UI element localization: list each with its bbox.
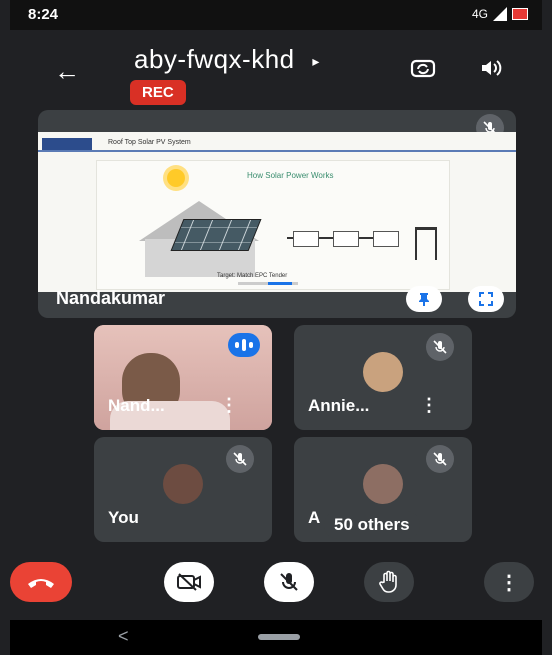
diagram-title: How Solar Power Works [247, 171, 334, 180]
participant-tile[interactable]: A 50 others [294, 437, 472, 542]
fullscreen-button[interactable] [468, 286, 504, 312]
presenter-name: Nandakumar [56, 288, 166, 308]
status-bar: 8:24 4G [10, 0, 542, 30]
nav-home-pill[interactable] [258, 634, 300, 640]
raise-hand-button[interactable] [364, 562, 414, 602]
network-label: 4G [471, 7, 488, 21]
hand-icon [379, 570, 397, 593]
shared-slide: Roof Top Solar PV System How Solar Power… [38, 132, 516, 292]
status-icons: 4G [472, 7, 528, 21]
meeting-code: aby-fwqx-khd [134, 44, 295, 74]
signal-icon [493, 7, 507, 21]
mic-toggle-button[interactable] [264, 562, 314, 602]
recording-badge: REC [130, 80, 186, 105]
solar-diagram: How Solar Power Works Target: Match EPC … [96, 160, 450, 290]
back-button[interactable]: ← [54, 56, 80, 87]
caret-right-icon: ▸ [312, 52, 320, 69]
diagram-caption: Target: Match EPC Tender [217, 273, 288, 279]
mic-off-icon [226, 445, 254, 473]
mic-off-icon [426, 333, 454, 361]
switch-camera-icon [410, 59, 436, 78]
participant-tile[interactable]: Annie... ⋮ [294, 325, 472, 430]
participant-tile[interactable]: You [94, 437, 272, 542]
sun-icon [167, 169, 185, 187]
participant-name: Nand... [108, 396, 165, 415]
speaker-icon [482, 60, 502, 76]
pin-icon [419, 293, 429, 306]
participant-tile[interactable]: Nand... ⋮ [94, 325, 272, 430]
grid-box [373, 231, 399, 247]
audio-output-button[interactable] [476, 54, 506, 82]
meet-screen: 8:24 4G ← aby-fwqx-khd ▸ REC Roof Top So… [10, 0, 542, 655]
slide-title: Roof Top Solar PV System [108, 139, 191, 146]
avatar [363, 463, 403, 504]
switch-camera-button[interactable] [408, 54, 438, 82]
fullscreen-icon [479, 292, 493, 306]
system-nav-bar: < [10, 620, 542, 655]
battery-icon [512, 8, 528, 20]
meter-box [333, 231, 359, 247]
presentation-tile[interactable]: Roof Top Solar PV System How Solar Power… [38, 110, 516, 318]
slide-progress [238, 282, 298, 285]
camera-off-icon [177, 573, 201, 591]
status-time: 8:24 [28, 6, 59, 23]
camera-toggle-button[interactable] [164, 562, 214, 602]
avatar [363, 351, 403, 392]
pin-button[interactable] [406, 286, 442, 312]
participant-name-partial: A [308, 508, 321, 527]
participant-name: You [108, 508, 139, 527]
others-count-badge[interactable]: 50 others [324, 511, 420, 539]
meeting-title[interactable]: aby-fwqx-khd ▸ [134, 44, 320, 75]
more-options-button[interactable]: ⋮ [484, 562, 534, 602]
speaking-indicator-icon [228, 333, 260, 357]
avatar [163, 463, 203, 504]
mic-off-icon [426, 445, 454, 473]
mic-off-icon [280, 573, 298, 591]
inverter-box [293, 231, 319, 247]
end-call-button[interactable] [10, 562, 72, 602]
utility-pole-icon [415, 227, 437, 260]
solar-panel-shape [170, 219, 262, 251]
participant-name: Annie... [308, 396, 370, 415]
more-vert-icon[interactable]: ⋮ [220, 395, 238, 416]
slide-logo [42, 138, 92, 150]
phone-hangup-icon [28, 579, 54, 588]
more-vert-icon: ⋮ [499, 571, 519, 594]
nav-back-icon[interactable]: < [118, 626, 129, 647]
more-vert-icon[interactable]: ⋮ [420, 395, 438, 416]
